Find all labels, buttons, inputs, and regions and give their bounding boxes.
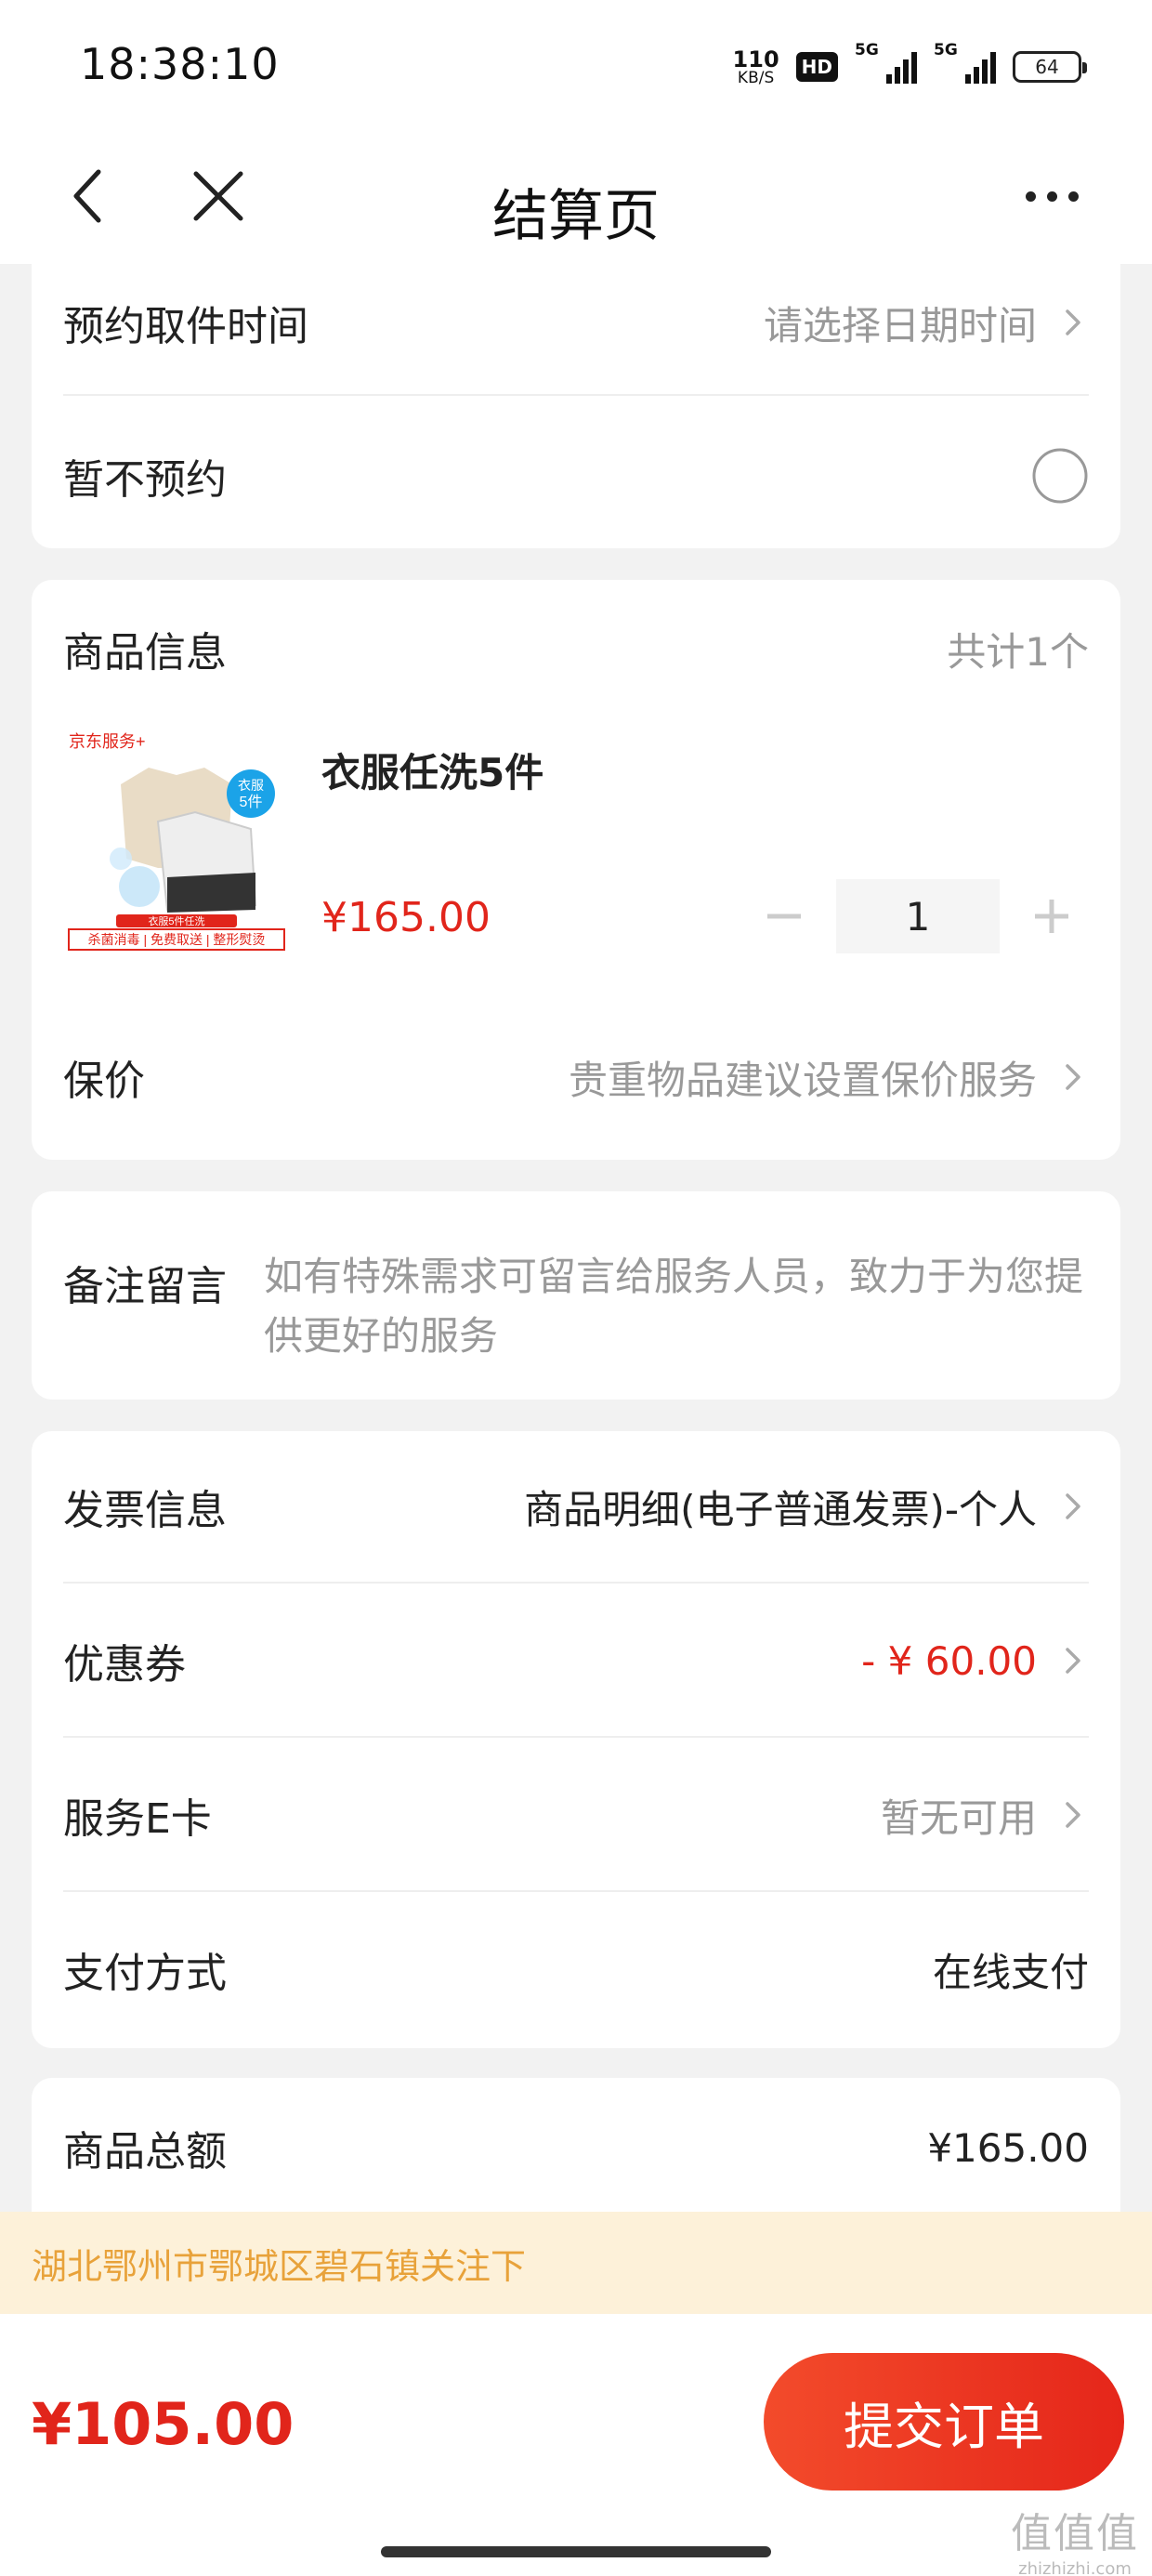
pickup-time-row[interactable]: 预约取件时间 请选择日期时间 (63, 290, 1089, 355)
chevron-right-icon (1066, 1648, 1080, 1674)
insured-value: 贵重物品建议设置保价服务 (569, 1049, 1089, 1106)
invoice-value: 商品明细(电子普通发票)-个人 (524, 1479, 1089, 1535)
signal-label-2: 5G (934, 41, 958, 59)
network-speed-unit: KB/S (737, 68, 775, 87)
ecard-value: 暂无可用 (881, 1787, 1089, 1844)
checkout-page: 18:38:10 110 KB/S HD 5G 5G 64 结算页 预约取件时间… (0, 0, 1152, 2576)
nav-bar: 结算页 (0, 130, 1152, 264)
chevron-right-icon (1066, 309, 1080, 335)
product-brand: 京东服务+ (69, 732, 146, 751)
product-tag-line2: 5件 (240, 794, 263, 810)
product-section-title: 商品信息 (63, 629, 227, 677)
no-reserve-row[interactable]: 暂不预约 (63, 440, 1089, 511)
more-button[interactable] (1015, 164, 1089, 229)
home-indicator[interactable] (381, 2546, 771, 2557)
network-speed-value: 110 (732, 46, 779, 72)
hd-icon: HD (795, 52, 838, 82)
chevron-right-icon (1066, 1802, 1080, 1828)
coupon-value-text: - ¥ 60.00 (861, 1637, 1037, 1684)
order-options-card: 发票信息 商品明细(电子普通发票)-个人 优惠券 - ¥ 60.00 服务E卡 … (32, 1431, 1120, 2048)
more-dot-icon (1067, 191, 1079, 202)
product-image-graphic: 京东服务+ 衣服 5件 衣服5件任洗 杀菌消毒 | 免费取送 | 整形熨烫 (68, 732, 285, 951)
summary-total-label: 商品总额 (63, 2128, 227, 2175)
divider (63, 1582, 1089, 1584)
divider (63, 1890, 1089, 1892)
product-features: 杀菌消毒 | 免费取送 | 整形熨烫 (88, 932, 266, 947)
insured-label: 保价 (63, 1058, 145, 1105)
chevron-right-icon (1066, 1493, 1080, 1519)
signal-icon: 5G (855, 41, 917, 84)
remark-label: 备注留言 (63, 1263, 227, 1310)
ecard-value-text: 暂无可用 (880, 1794, 1037, 1841)
battery-level: 64 (1035, 56, 1059, 78)
product-header: 商品信息 共计1个 (63, 619, 1089, 678)
payment-row[interactable]: 支付方式 在线支付 (63, 1937, 1089, 2002)
divider (63, 394, 1089, 396)
product-banner: 衣服5件任洗 (148, 914, 204, 927)
watermark: 值值值 zhizhizhi.com (1011, 2500, 1139, 2576)
payment-label: 支付方式 (63, 1950, 227, 1997)
status-time: 18:38:10 (80, 39, 280, 89)
remark-card: 备注留言 如有特殊需求可留言给服务人员，致力于为您提供更好的服务 (32, 1191, 1120, 1400)
invoice-row[interactable]: 发票信息 商品明细(电子普通发票)-个人 (63, 1474, 1089, 1539)
product-count: 共计1个 (947, 628, 1089, 675)
ecard-row[interactable]: 服务E卡 暂无可用 (63, 1782, 1089, 1847)
invoice-label: 发票信息 (63, 1487, 227, 1534)
summary-total-value: ¥165.00 (927, 2124, 1089, 2171)
insured-row[interactable]: 保价 贵重物品建议设置保价服务 (63, 1045, 1089, 1110)
ecard-label: 服务E卡 (63, 1795, 212, 1843)
more-dot-icon (1025, 191, 1036, 202)
watermark-logo: 值值值 (1011, 2510, 1139, 2557)
network-speed: 110 KB/S (733, 48, 779, 86)
no-reserve-label: 暂不预约 (63, 456, 227, 504)
product-price: ¥165.00 (321, 894, 491, 941)
checkout-footer: ¥105.00 提交订单 值值值 zhizhizhi.com (0, 2314, 1152, 2576)
divider (63, 1736, 1089, 1738)
watermark-url: zhizhizhi.com (1018, 2559, 1132, 2576)
submit-order-button[interactable]: 提交订单 (764, 2353, 1124, 2491)
address-notice[interactable]: 湖北鄂州市鄂城区碧石镇关注下 (0, 2212, 1152, 2314)
remark-input[interactable]: 如有特殊需求可留言给服务人员，致力于为您提供更好的服务 (264, 1247, 1089, 1366)
payable-total: ¥105.00 (32, 2390, 295, 2458)
radio-button[interactable] (1031, 447, 1089, 505)
pickup-time-value-text: 请选择日期时间 (763, 302, 1037, 348)
product-name[interactable]: 衣服任洗5件 (321, 742, 543, 798)
more-dot-icon (1046, 191, 1057, 202)
coupon-label: 优惠券 (63, 1641, 186, 1689)
chevron-right-icon (1066, 1064, 1080, 1090)
payment-value: 在线支付 (932, 1949, 1089, 1995)
quantity-stepper: 1 (747, 879, 1089, 953)
page-title: 结算页 (492, 184, 660, 249)
decrement-button[interactable] (747, 879, 821, 953)
plus-icon (1035, 900, 1068, 933)
invoice-value-text: 商品明细(电子普通发票)-个人 (524, 1486, 1037, 1532)
signal-icon-2: 5G (934, 41, 996, 84)
summary-total-row: 商品总额 ¥165.00 (63, 2115, 1089, 2180)
pickup-time-value: 请选择日期时间 (764, 295, 1089, 351)
product-tag-line1: 衣服 (238, 778, 264, 793)
coupon-value: - ¥ 60.00 (861, 1638, 1089, 1684)
battery-icon: 64 (1013, 51, 1087, 83)
pickup-card: 预约取件时间 请选择日期时间 暂不预约 (32, 264, 1120, 548)
increment-button[interactable] (1015, 879, 1089, 953)
quantity-value[interactable]: 1 (836, 879, 1000, 953)
pickup-time-label: 预约取件时间 (63, 303, 308, 350)
product-image[interactable]: 京东服务+ 衣服 5件 衣服5件任洗 杀菌消毒 | 免费取送 | 整形熨烫 (65, 719, 288, 952)
signal-label: 5G (855, 41, 879, 59)
coupon-row[interactable]: 优惠券 - ¥ 60.00 (63, 1628, 1089, 1693)
status-icons: 110 KB/S HD 5G 5G 64 (733, 41, 1087, 93)
minus-icon (767, 913, 801, 919)
insured-value-text: 贵重物品建议设置保价服务 (568, 1057, 1037, 1103)
product-card: 商品信息 共计1个 京东服务+ 衣服 5件 衣服5件任洗 杀菌消毒 | 免费取送… (32, 580, 1120, 1160)
status-bar: 18:38:10 110 KB/S HD 5G 5G 64 (0, 0, 1152, 130)
